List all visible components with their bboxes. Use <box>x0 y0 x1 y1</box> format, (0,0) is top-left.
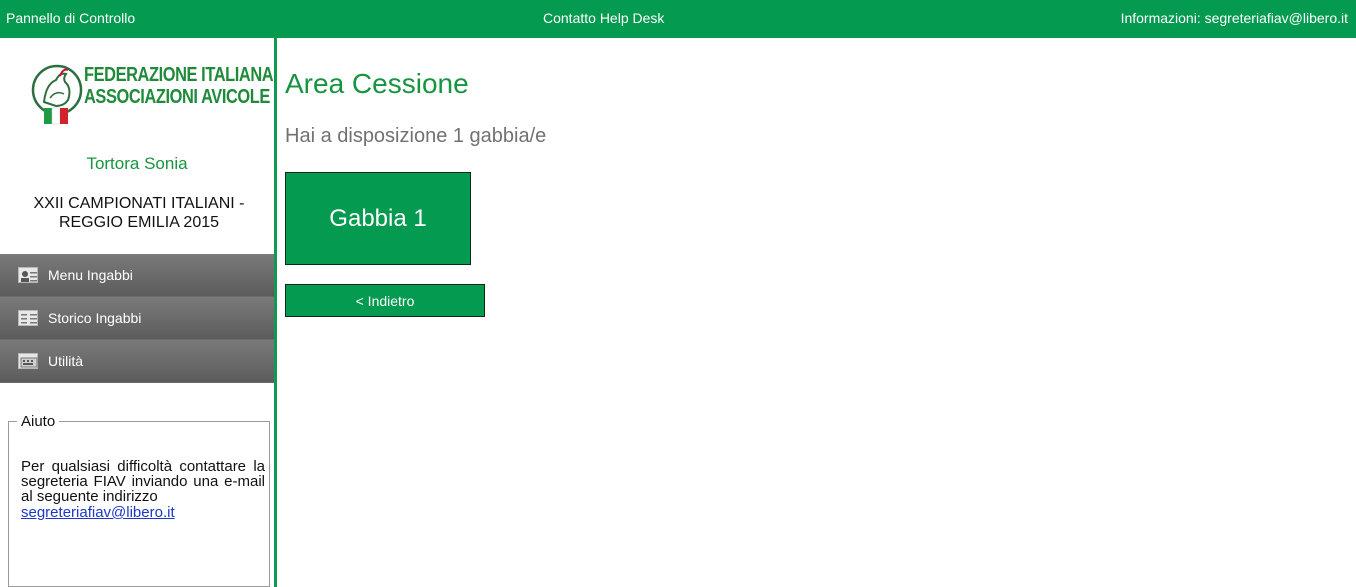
control-panel-link[interactable]: Pannello di Controllo <box>6 10 135 26</box>
back-button[interactable]: < Indietro <box>285 284 485 317</box>
sidebar-item-utilita[interactable]: Utilità <box>0 340 274 383</box>
cage-1-button[interactable]: Gabbia 1 <box>285 172 471 265</box>
sidebar-item-storico-ingabbi[interactable]: Storico Ingabbi <box>0 297 274 340</box>
help-email-link[interactable]: segreteriafiav@libero.it <box>21 505 265 520</box>
top-bar: Pannello di Controllo Contatto Help Desk… <box>0 0 1356 38</box>
sidebar-item-menu-ingabbi[interactable]: Menu Ingabbi <box>0 254 274 297</box>
event-title: XXII CAMPIONATI ITALIANI - REGGIO EMILIA… <box>33 195 245 231</box>
info-email-link[interactable]: Informazioni: segreteriafiav@libero.it <box>1121 10 1348 26</box>
logo-line-1: FEDERAZIONE ITALIANA <box>84 64 274 86</box>
page-title: Area Cessione <box>285 68 469 99</box>
tools-icon <box>18 353 38 369</box>
fiav-logo: FEDERAZIONE ITALIANA ASSOCIAZIONI AVICOL… <box>30 54 274 130</box>
help-legend: Aiuto <box>17 413 60 430</box>
sidebar-item-label: Storico Ingabbi <box>48 310 142 326</box>
cage-availability-text: Hai a disposizione 1 gabbia/e <box>285 125 547 147</box>
user-name: Tortora Sonia <box>86 154 188 173</box>
sidebar-item-label: Menu Ingabbi <box>48 267 133 283</box>
sidebar-item-label: Utilità <box>48 353 84 369</box>
help-message: Per qualsiasi difficoltà contattare la s… <box>21 458 265 505</box>
sidebar: FEDERAZIONE ITALIANA ASSOCIAZIONI AVICOL… <box>0 38 277 587</box>
help-text: Per qualsiasi difficoltà contattare la s… <box>21 459 265 520</box>
help-desk-link[interactable]: Contatto Help Desk <box>543 10 664 26</box>
sidebar-menu: Menu Ingabbi Storico Ingabbi Utilità <box>0 254 274 383</box>
list-icon <box>18 310 38 326</box>
rooster-logo-icon <box>31 64 83 125</box>
help-box: Aiuto Per qualsiasi difficoltà contattar… <box>8 413 270 587</box>
logo-line-2: ASSOCIAZIONI AVICOLE <box>84 86 270 108</box>
contact-card-icon <box>18 267 38 283</box>
logo-text: FEDERAZIONE ITALIANA ASSOCIAZIONI AVICOL… <box>84 64 274 108</box>
